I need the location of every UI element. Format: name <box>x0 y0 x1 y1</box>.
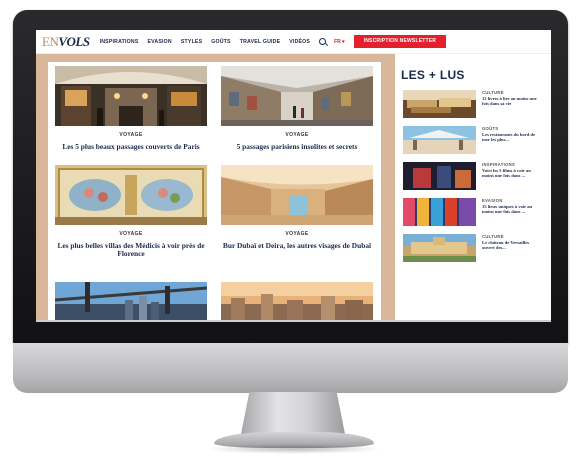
article-category: VOYAGE <box>119 231 143 237</box>
monitor-stand-neck <box>241 392 345 434</box>
monitor-stand-shadow <box>205 444 383 454</box>
top-navbar: ENVOLS INSPIRATIONS EVASION STYLES GOÛTS… <box>36 30 551 54</box>
sidebar-thumbnail[interactable] <box>403 162 476 190</box>
nav-item-videos[interactable]: VIDÉOS <box>289 39 310 45</box>
sidebar-article-category: GOÛTS <box>482 126 499 131</box>
sidebar-title: LES + LUS <box>401 68 465 82</box>
article-card[interactable]: VOYAGE Bur Dubaï et Deira, les autres vi… <box>216 165 378 250</box>
article-title[interactable]: 5 passages parisiens insolites et secret… <box>216 143 378 151</box>
logo-vols: VOLS <box>58 33 90 49</box>
sidebar-thumbnail[interactable] <box>403 198 476 226</box>
sidebar-article[interactable]: CULTURE 12 livres à lire au moins une fo… <box>403 90 543 120</box>
sidebar-thumbnail[interactable] <box>403 126 476 154</box>
sidebar-article-category: CULTURE <box>482 90 504 95</box>
sidebar-article-title[interactable]: Les restaurants du bord de mer les plus.… <box>482 132 540 143</box>
website-screen: ENVOLS INSPIRATIONS EVASION STYLES GOÛTS… <box>36 30 551 322</box>
article-category: VOYAGE <box>119 132 143 138</box>
sidebar-article[interactable]: EVASION 15 lieux uniques à voir au moins… <box>403 198 543 228</box>
article-category: VOYAGE <box>285 132 309 138</box>
screen-bottom-edge <box>36 320 551 322</box>
sidebar-article-category: CULTURE <box>482 234 504 239</box>
search-icon[interactable] <box>319 38 327 45</box>
article-thumbnail[interactable] <box>55 165 207 225</box>
main-content-area: VOYAGE Les 5 plus beaux passages couvert… <box>36 54 395 322</box>
article-title[interactable]: Les plus belles villas des Médicis à voi… <box>50 242 212 258</box>
article-category: VOYAGE <box>285 231 309 237</box>
article-card[interactable] <box>216 282 378 322</box>
article-title[interactable]: Bur Dubaï et Deira, les autres visages d… <box>216 242 378 250</box>
nav-item-inspirations[interactable]: INSPIRATIONS <box>100 39 139 45</box>
monitor-chin <box>13 343 568 393</box>
sidebar-article-title[interactable]: 12 livres à lire au moins une fois dans … <box>482 96 540 107</box>
article-title[interactable]: Les 5 plus beaux passages couverts de Pa… <box>50 143 212 151</box>
sidebar-thumbnail[interactable] <box>403 234 476 262</box>
article-grid: VOYAGE Les 5 plus beaux passages couvert… <box>48 62 381 322</box>
newsletter-signup-button[interactable]: INSCRIPTION NEWSLETTER <box>353 35 447 48</box>
nav-item-gouts[interactable]: GOÛTS <box>211 39 230 45</box>
sidebar-article-category: EVASION <box>482 198 503 203</box>
nav-item-travel-guide[interactable]: TRAVEL GUIDE <box>240 39 281 45</box>
sidebar-article-title[interactable]: Le château de Versailles ouvert des... <box>482 240 540 251</box>
article-card[interactable]: VOYAGE Les 5 plus beaux passages couvert… <box>50 66 212 151</box>
sidebar-thumbnail[interactable] <box>403 90 476 118</box>
sidebar-article-title[interactable]: Voici les 5 films à voir au moins une fo… <box>482 168 540 179</box>
article-card[interactable]: VOYAGE Les plus belles villas des Médici… <box>50 165 212 258</box>
sidebar-article[interactable]: CULTURE Le château de Versailles ouvert … <box>403 234 543 264</box>
sidebar-most-read: LES + LUS CULTURE 12 livres à lire au mo… <box>395 54 551 322</box>
sidebar-article[interactable]: INSPIRATIONS Voici les 5 films à voir au… <box>403 162 543 192</box>
article-thumbnail[interactable] <box>221 282 373 322</box>
nav-item-evasion[interactable]: EVASION <box>148 39 172 45</box>
article-thumbnail[interactable] <box>55 282 207 322</box>
nav-item-styles[interactable]: STYLES <box>181 39 202 45</box>
article-card[interactable]: VOYAGE 5 passages parisiens insolites et… <box>216 66 378 151</box>
site-logo[interactable]: ENVOLS <box>42 34 90 50</box>
sidebar-article-category: INSPIRATIONS <box>482 162 516 167</box>
sidebar-article-title[interactable]: 15 lieux uniques à voir au moins une foi… <box>482 204 540 215</box>
article-thumbnail[interactable] <box>55 66 207 126</box>
sidebar-article[interactable]: GOÛTS Les restaurants du bord de mer les… <box>403 126 543 156</box>
language-selector[interactable]: FR ▾ <box>334 39 345 45</box>
article-thumbnail[interactable] <box>221 165 373 225</box>
article-thumbnail[interactable] <box>221 66 373 126</box>
logo-en: EN <box>42 33 59 49</box>
article-card[interactable] <box>50 282 212 322</box>
